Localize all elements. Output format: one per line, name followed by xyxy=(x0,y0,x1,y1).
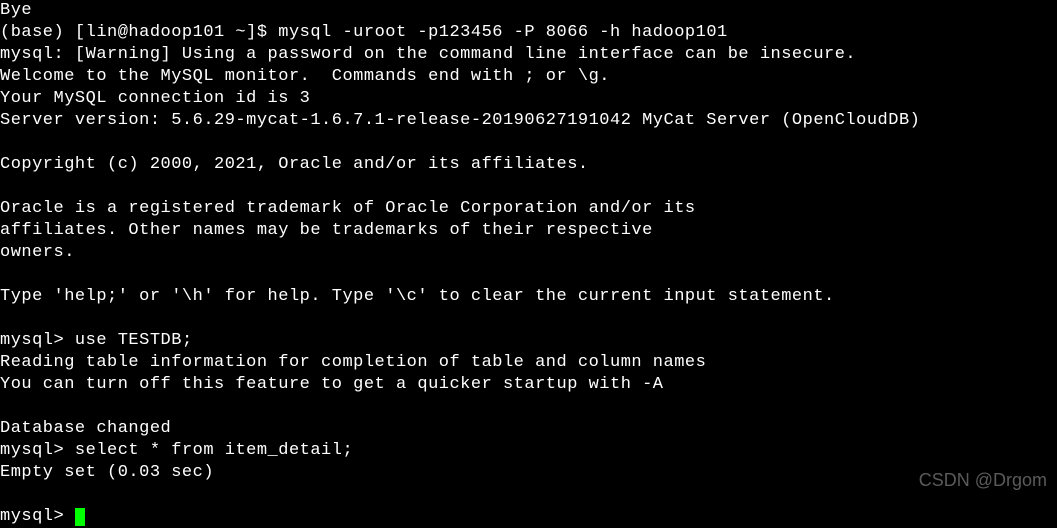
output-line: Your MySQL connection id is 3 xyxy=(0,89,310,108)
command-text: mysql -uroot -p123456 -P 8066 -h hadoop1… xyxy=(278,23,727,42)
output-line: Reading table information for completion… xyxy=(0,353,706,372)
output-line: Welcome to the MySQL monitor. Commands e… xyxy=(0,67,610,86)
command-text: select * from item_detail; xyxy=(75,441,353,460)
output-line: mysql: [Warning] Using a password on the… xyxy=(0,45,856,64)
output-line: Type 'help;' or '\h' for help. Type '\c'… xyxy=(0,287,835,306)
output-line: Database changed xyxy=(0,419,171,438)
output-line: Empty set (0.03 sec) xyxy=(0,463,214,482)
output-line: Oracle is a registered trademark of Orac… xyxy=(0,199,696,218)
output-line: owners. xyxy=(0,243,75,262)
terminal-output[interactable]: Bye (base) [lin@hadoop101 ~]$ mysql -uro… xyxy=(0,0,1057,528)
cursor-icon xyxy=(75,508,85,526)
output-line: You can turn off this feature to get a q… xyxy=(0,375,664,394)
mysql-prompt: mysql> xyxy=(0,441,75,460)
output-line: Server version: 5.6.29-mycat-1.6.7.1-rel… xyxy=(0,111,920,130)
watermark-text: CSDN @Drgom xyxy=(919,469,1047,491)
shell-prompt: (base) [lin@hadoop101 ~]$ xyxy=(0,23,278,42)
output-line: Bye xyxy=(0,1,32,20)
output-line: affiliates. Other names may be trademark… xyxy=(0,221,653,240)
mysql-prompt: mysql> xyxy=(0,331,75,350)
output-line: Copyright (c) 2000, 2021, Oracle and/or … xyxy=(0,155,589,174)
mysql-prompt: mysql> xyxy=(0,507,75,526)
command-text: use TESTDB; xyxy=(75,331,193,350)
